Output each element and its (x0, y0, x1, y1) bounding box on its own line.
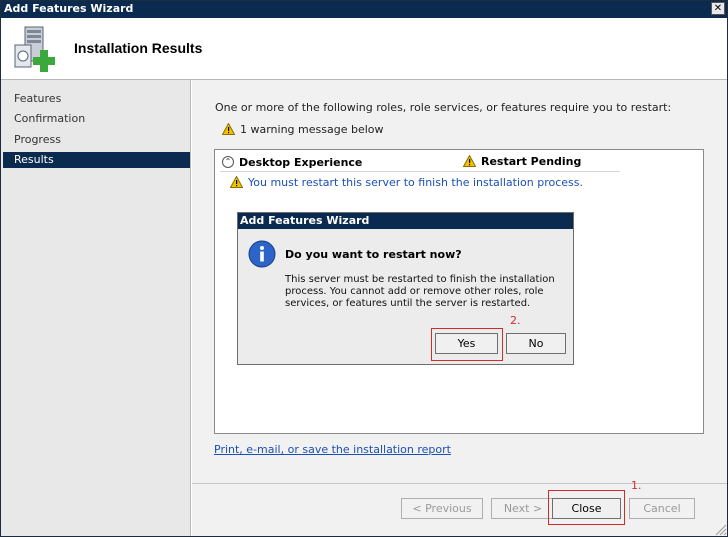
step-1-marker: 1. (631, 479, 642, 492)
warning-icon (463, 155, 476, 167)
warning-summary-text: 1 warning message below (240, 123, 384, 136)
warning-summary: 1 warning message below (222, 123, 384, 136)
dialog-question: Do you want to restart now? (285, 248, 462, 261)
installation-report-link[interactable]: Print, e-mail, or save the installation … (214, 443, 451, 456)
window-title: Add Features Wizard (4, 2, 134, 15)
result-message-text: You must restart this server to finish t… (248, 176, 583, 189)
restart-dialog: Add Features Wizard Do you want to resta… (237, 212, 574, 365)
info-icon (248, 240, 276, 268)
result-row: ⌃ Desktop Experience Restart Pending (220, 154, 620, 172)
step-progress[interactable]: Progress (3, 132, 190, 148)
add-features-wizard-window: Add Features Wizard ✕ Installation Resul… (0, 0, 728, 537)
step-features[interactable]: Features (3, 91, 190, 107)
dialog-title: Add Features Wizard (238, 213, 573, 229)
collapse-icon[interactable]: ⌃ (222, 156, 234, 168)
results-panel: ⌃ Desktop Experience Restart Pending You… (214, 149, 704, 434)
result-status: Restart Pending (463, 155, 581, 168)
wizard-header: Installation Results (1, 18, 727, 80)
restart-intro-text: One or more of the following roles, role… (215, 101, 672, 114)
window-close-button[interactable]: ✕ (711, 2, 725, 15)
close-button[interactable]: Close (552, 498, 621, 519)
result-message: You must restart this server to finish t… (230, 176, 583, 189)
feature-name: Desktop Experience (239, 156, 363, 169)
step-confirmation[interactable]: Confirmation (3, 111, 190, 127)
resize-grip-icon[interactable] (713, 522, 727, 536)
warning-icon (222, 123, 235, 135)
results-content: One or more of the following roles, role… (192, 80, 727, 536)
result-status-text: Restart Pending (481, 155, 582, 168)
next-button[interactable]: Next > (491, 498, 555, 519)
title-bar: Add Features Wizard ✕ (1, 1, 727, 18)
warning-icon (230, 176, 243, 188)
no-button[interactable]: No (506, 333, 566, 354)
page-title: Installation Results (74, 40, 203, 56)
dialog-body: This server must be restarted to finish … (285, 274, 555, 309)
yes-button[interactable]: Yes (435, 333, 498, 354)
server-add-icon (14, 26, 55, 72)
step-results[interactable]: Results (3, 152, 190, 168)
previous-button[interactable]: < Previous (401, 498, 483, 519)
footer-divider (192, 483, 727, 484)
wizard-steps-sidebar: Features Confirmation Progress Results (1, 80, 191, 536)
step-2-marker: 2. (510, 314, 521, 327)
cancel-button[interactable]: Cancel (629, 498, 695, 519)
